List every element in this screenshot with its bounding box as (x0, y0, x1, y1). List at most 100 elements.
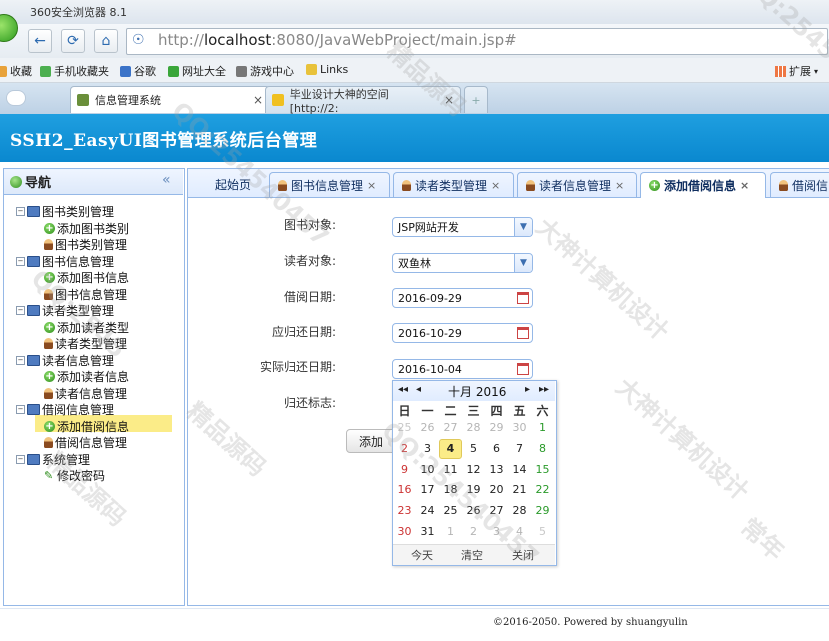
calendar-day[interactable]: 5 (462, 439, 485, 459)
calendar-day[interactable]: 1 (531, 418, 554, 438)
calendar-day[interactable]: 5 (531, 522, 554, 542)
calendar-day[interactable]: 16 (393, 480, 416, 500)
calendar-day[interactable]: 25 (393, 418, 416, 438)
due-date-field[interactable]: 2016-10-29 (392, 323, 533, 343)
tree-item[interactable]: 图书类别管理 (44, 236, 127, 253)
close-button[interactable]: 关闭 (512, 547, 534, 563)
next-year-button[interactable]: ▸▸ (539, 384, 549, 395)
extensions-button[interactable]: 扩展 ▾ (775, 63, 818, 79)
tree-group[interactable]: − 图书类别管理 (16, 203, 114, 220)
tree-item[interactable]: + 添加读者类型 (44, 319, 129, 336)
calendar-day[interactable]: 20 (485, 480, 508, 500)
browser-tab[interactable]: 信息管理系统 × (70, 86, 270, 113)
favorite-item[interactable]: 谷歌 (120, 63, 156, 79)
calendar-day[interactable]: 7 (508, 439, 531, 459)
calendar-day-selected[interactable]: 4 (439, 438, 462, 459)
calendar-day[interactable]: 11 (439, 460, 462, 480)
home-button[interactable]: ⌂ (94, 29, 118, 53)
tree-item[interactable]: + 添加图书类别 (44, 220, 129, 237)
calendar-day[interactable]: 21 (508, 480, 531, 500)
tree-group[interactable]: − 读者信息管理 (16, 352, 114, 369)
main-tab[interactable]: 图书信息管理 × (269, 172, 390, 197)
clear-button[interactable]: 清空 (461, 547, 483, 563)
calendar-day[interactable]: 30 (393, 522, 416, 542)
calendar-day[interactable]: 29 (485, 418, 508, 438)
calendar-day[interactable]: 28 (508, 501, 531, 521)
tree-item[interactable]: 读者信息管理 (44, 385, 127, 402)
return-date-field[interactable]: 2016-10-04 (392, 359, 533, 379)
add-button[interactable]: 添加 (346, 429, 396, 453)
month-label[interactable]: 十月 2016 (448, 383, 506, 400)
calendar-day[interactable]: 23 (393, 501, 416, 521)
calendar-day[interactable]: 22 (531, 480, 554, 500)
calendar-icon[interactable] (517, 363, 529, 375)
calendar-day[interactable]: 4 (508, 522, 531, 542)
calendar-day[interactable]: 25 (439, 501, 462, 521)
browser-tab[interactable]: 毕业设计大神的空间 [http://2: × (265, 86, 461, 115)
tree-item[interactable]: 借阅信息管理 (44, 434, 127, 451)
favorite-item[interactable]: 游戏中心 (236, 63, 294, 79)
tree-item[interactable]: + 添加读者信息 (44, 368, 129, 385)
close-tab-icon[interactable]: × (253, 93, 263, 107)
reader-combobox[interactable]: 双鱼林 ▼ (392, 253, 533, 273)
tree-item[interactable]: + 添加图书信息 (44, 269, 129, 286)
main-tab[interactable]: 起始页 (200, 172, 266, 197)
calendar-day[interactable]: 31 (416, 522, 439, 542)
calendar-day[interactable]: 27 (485, 501, 508, 521)
today-button[interactable]: 今天 (411, 547, 433, 563)
calendar-day[interactable]: 12 (462, 460, 485, 480)
tree-group[interactable]: − 借阅信息管理 (16, 401, 114, 418)
borrow-date-field[interactable]: 2016-09-29 (392, 288, 533, 308)
calendar-day[interactable]: 6 (485, 439, 508, 459)
close-tab-icon[interactable]: × (740, 179, 749, 192)
close-tab-icon[interactable]: × (367, 179, 376, 192)
collapse-node-icon[interactable]: − (16, 256, 25, 266)
calendar-day[interactable]: 3 (485, 522, 508, 542)
calendar-day[interactable]: 19 (462, 480, 485, 500)
calendar-day[interactable]: 9 (393, 460, 416, 480)
calendar-day[interactable]: 3 (416, 439, 439, 459)
calendar-day[interactable]: 13 (485, 460, 508, 480)
tree-group[interactable]: − 系统管理 (16, 451, 90, 468)
tree-item[interactable]: 图书信息管理 (44, 286, 127, 303)
book-combobox[interactable]: JSP网站开发 ▼ (392, 217, 533, 237)
calendar-day[interactable]: 15 (531, 460, 554, 480)
calendar-day[interactable]: 24 (416, 501, 439, 521)
collapse-node-icon[interactable]: − (16, 306, 25, 315)
close-tab-icon[interactable]: × (491, 179, 500, 192)
favorite-item[interactable]: 收藏 (0, 63, 32, 79)
calendar-icon[interactable] (517, 292, 529, 304)
refresh-button[interactable]: ⟳ (61, 29, 85, 53)
prev-year-button[interactable]: ◂◂ (398, 384, 408, 395)
calendar-day[interactable]: 17 (416, 480, 439, 500)
tree-item[interactable]: ✎ 修改密码 (44, 467, 105, 484)
main-tab[interactable]: 读者信息管理 × (517, 172, 637, 197)
favorite-item[interactable]: 手机收藏夹 (40, 63, 109, 79)
tree-item-selected[interactable]: + 添加借阅信息 (44, 418, 129, 435)
calendar-day[interactable]: 1 (439, 522, 462, 542)
calendar-day[interactable]: 14 (508, 460, 531, 480)
new-tab-button[interactable]: + (464, 86, 488, 113)
collapse-sidebar-button[interactable]: « (162, 172, 171, 188)
collapse-node-icon[interactable]: − (16, 207, 25, 216)
close-tab-icon[interactable]: × (444, 93, 454, 107)
tree-group[interactable]: − 读者类型管理 (16, 302, 114, 319)
calendar-day[interactable]: 26 (462, 501, 485, 521)
favorite-item[interactable]: Links (306, 63, 348, 76)
calendar-day[interactable]: 30 (508, 418, 531, 438)
calendar-day[interactable]: 2 (462, 522, 485, 542)
calendar-day[interactable]: 2 (393, 439, 416, 459)
chevron-down-icon[interactable]: ▼ (514, 218, 532, 236)
calendar-day[interactable]: 28 (462, 418, 485, 438)
calendar-day[interactable]: 10 (416, 460, 439, 480)
calendar-day[interactable]: 8 (531, 439, 554, 459)
tree-group[interactable]: − 图书信息管理 (16, 253, 114, 270)
favorite-item[interactable]: 网址大全 (168, 63, 226, 79)
calendar-icon[interactable] (517, 327, 529, 339)
main-tab[interactable]: 读者类型管理 × (393, 172, 514, 197)
main-tab[interactable]: 借阅信 (770, 172, 829, 197)
tab-add-borrow-active[interactable]: + 添加借阅信息 × (640, 172, 766, 198)
collapse-node-icon[interactable]: − (16, 454, 25, 464)
calendar-day[interactable]: 26 (416, 418, 439, 438)
close-tab-icon[interactable]: × (615, 179, 624, 192)
